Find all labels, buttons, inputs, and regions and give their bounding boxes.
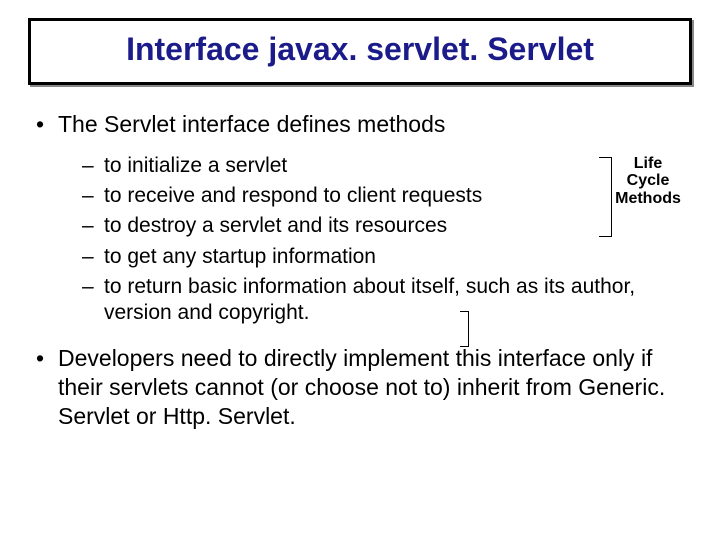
annotation-line-1: Life	[610, 155, 686, 173]
sub-item-2: to receive and respond to client request…	[82, 183, 684, 209]
bullet-intro-text: The Servlet interface defines methods	[58, 111, 445, 137]
slide-title: Interface javax. servlet. Servlet	[47, 31, 673, 68]
annotation-line-3: Methods	[610, 190, 686, 208]
slide: Interface javax. servlet. Servlet The Se…	[0, 0, 720, 540]
sub-item-1: to initialize a servlet	[82, 153, 684, 179]
title-box: Interface javax. servlet. Servlet	[28, 18, 692, 85]
sub-list: to initialize a servlet to receive and r…	[82, 153, 684, 327]
sub-item-4-text: to get any startup information	[104, 245, 376, 268]
sub-item-3: to destroy a servlet and its resources	[82, 213, 684, 239]
small-bracket-icon	[460, 311, 469, 347]
sub-item-2-text: to receive and respond to client request…	[104, 184, 482, 207]
sub-item-5-text: to return basic information about itself…	[104, 275, 635, 324]
bullet-intro: The Servlet interface defines methods	[36, 110, 684, 139]
lifecycle-annotation: Life Cycle Methods	[610, 155, 686, 208]
body-content: The Servlet interface defines methods to…	[36, 110, 684, 445]
sub-item-5: to return basic information about itself…	[82, 274, 684, 327]
bullet-developers: Developers need to directly implement th…	[36, 344, 684, 430]
sub-item-1-text: to initialize a servlet	[104, 154, 287, 177]
annotation-line-2: Cycle	[610, 172, 686, 190]
sub-item-3-text: to destroy a servlet and its resources	[104, 214, 447, 237]
bullet-developers-text: Developers need to directly implement th…	[58, 345, 665, 429]
sub-item-4: to get any startup information	[82, 244, 684, 270]
